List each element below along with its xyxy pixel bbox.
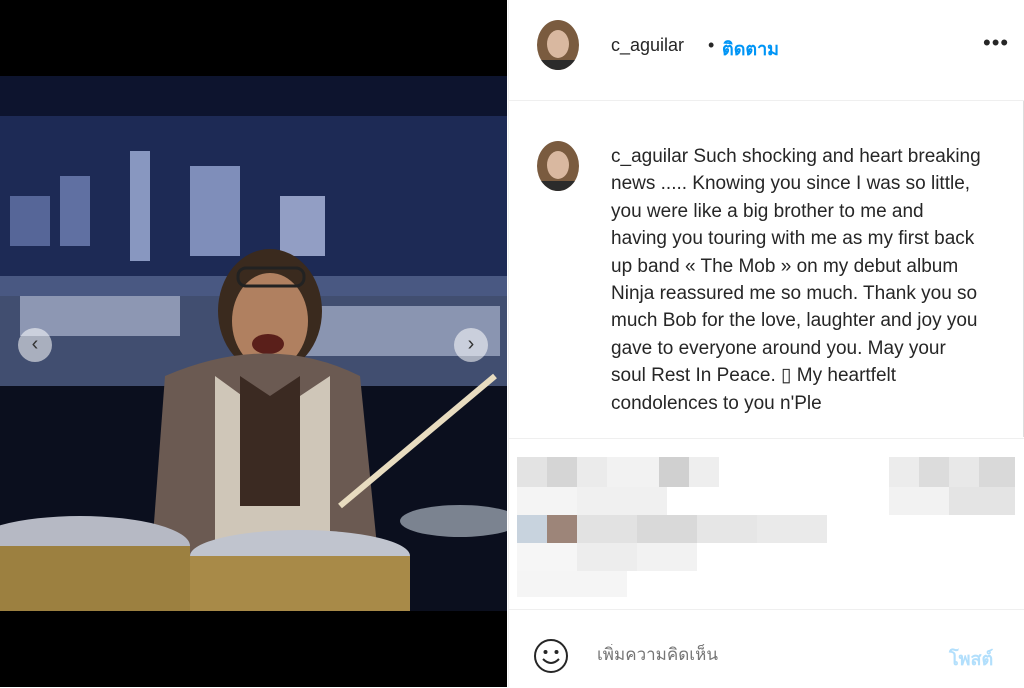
- previous-photo-button[interactable]: ‹: [18, 328, 52, 362]
- pixelated-block: [757, 515, 827, 543]
- pixelated-block: [517, 543, 577, 571]
- post-photo[interactable]: [0, 76, 507, 611]
- pixelated-block: [577, 487, 667, 515]
- pixelated-block: [577, 543, 637, 571]
- pixelated-block: [659, 457, 689, 487]
- pixelated-block: [517, 487, 577, 515]
- pixelated-block: [607, 457, 667, 487]
- next-photo-button[interactable]: ›: [454, 328, 488, 362]
- pixelated-block: [637, 515, 697, 543]
- post-details-panel: c_aguilar • ติดตาม ••• c_aguilar Such sh…: [508, 0, 1024, 687]
- pixelated-block: [889, 457, 919, 487]
- post-header: c_aguilar • ติดตาม •••: [509, 0, 1024, 101]
- separator-dot: •: [708, 35, 715, 55]
- pixelated-block: [889, 487, 949, 515]
- caption-avatar[interactable]: [537, 141, 579, 191]
- comment-input[interactable]: [595, 644, 929, 666]
- pixelated-block: [517, 457, 547, 487]
- pixelated-block: [517, 571, 627, 597]
- chevron-right-icon: ›: [467, 333, 475, 355]
- caption-section: c_aguilar Such shocking and heart breaki…: [509, 101, 1024, 437]
- caption-username[interactable]: c_aguilar: [611, 146, 688, 167]
- comments-section-pixelated: [509, 438, 1024, 609]
- post-caption: c_aguilar Such shocking and heart breaki…: [611, 143, 983, 417]
- post-comment-button[interactable]: โพสต์: [949, 644, 993, 673]
- pixelated-block: [547, 515, 577, 543]
- drummer-photo: [0, 76, 507, 611]
- post-media: ‹ ›: [0, 0, 507, 687]
- pixelated-block: [697, 515, 757, 543]
- pixelated-block: [919, 457, 949, 487]
- pixelated-block: [689, 457, 719, 487]
- pixelated-block: [577, 515, 637, 543]
- comment-bar: โพสต์: [509, 609, 1024, 688]
- pixelated-block: [949, 487, 1015, 515]
- pixelated-block: [979, 457, 1015, 487]
- avatar[interactable]: [537, 20, 579, 70]
- avatar-image: [537, 141, 579, 191]
- pixelated-block: [577, 457, 607, 487]
- pixelated-block: [637, 543, 697, 571]
- pixelated-block: [949, 457, 979, 487]
- author-username[interactable]: c_aguilar: [611, 35, 684, 56]
- more-options-icon[interactable]: •••: [983, 30, 1009, 56]
- caption-text: Such shocking and heart breaking news ..…: [611, 146, 981, 414]
- chevron-left-icon: ‹: [31, 333, 39, 355]
- follow-button[interactable]: ติดตาม: [722, 34, 779, 63]
- pixelated-block: [547, 457, 577, 487]
- avatar-image: [537, 20, 579, 70]
- pixelated-block: [517, 515, 547, 543]
- emoji-smiley-icon[interactable]: [533, 638, 569, 674]
